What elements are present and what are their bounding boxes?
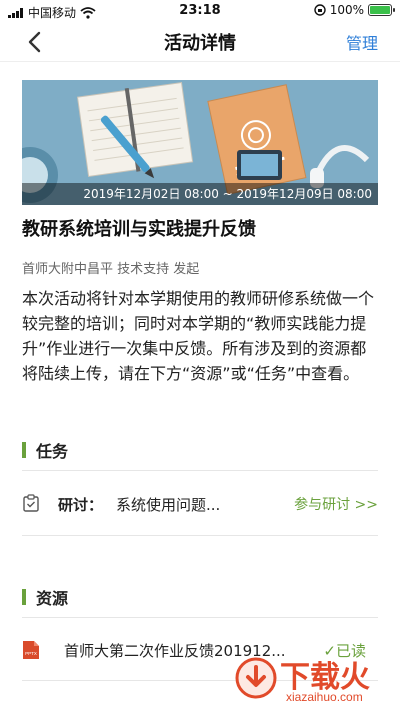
- orientation-lock-icon: [313, 4, 326, 16]
- join-discussion-link[interactable]: 参与研讨 >>: [294, 494, 378, 514]
- page-title: 活动详情: [164, 33, 236, 54]
- tasks-section-header: 任务: [22, 438, 68, 462]
- battery-icon: [368, 4, 395, 16]
- clipboard-check-icon: [23, 494, 39, 512]
- task-item[interactable]: 研讨： 系统使用问题... 参与研讨 >>: [22, 488, 378, 520]
- activity-date-range: 2019年12月02日 08:00 ~ 2019年12月09日 08:00: [22, 183, 378, 205]
- task-type-label: 研讨：: [58, 496, 104, 514]
- divider: [22, 535, 378, 536]
- pptx-badge: PPTX: [25, 651, 37, 656]
- pptx-file-icon: PPTX: [23, 641, 39, 659]
- resources-heading: 资源: [36, 589, 69, 608]
- activity-title: 教研系统培训与实践提升反馈: [22, 219, 256, 240]
- activity-organizer: 首师大附中昌平 技术支持 发起: [22, 262, 200, 277]
- battery-percent: 100%: [329, 3, 364, 17]
- activity-banner: 2019年12月02日 08:00 ~ 2019年12月09日 08:00: [22, 80, 378, 205]
- tasks-heading: 任务: [36, 442, 69, 461]
- section-accent-bar: [22, 442, 26, 458]
- nav-bar: 活动详情 管理: [0, 22, 400, 62]
- resources-section-header: 资源: [22, 585, 68, 609]
- watermark-url: xiazaihuo.com: [286, 690, 363, 704]
- activity-description: 本次活动将针对本学期使用的教师研修系统做一个较完整的培训；同时对本学期的“教师实…: [22, 289, 375, 383]
- manage-button[interactable]: 管理: [346, 30, 378, 54]
- divider: [22, 470, 378, 471]
- section-accent-bar: [22, 589, 26, 605]
- task-name: 系统使用问题...: [116, 496, 221, 514]
- battery-fill: [370, 6, 390, 14]
- divider: [22, 617, 378, 618]
- status-bar: 中国移动 23:18 100%: [0, 0, 400, 22]
- status-right: 100%: [313, 3, 395, 17]
- watermark-logo-icon: [235, 657, 277, 699]
- watermark: 下载火 xiazaihuo.com: [228, 652, 394, 706]
